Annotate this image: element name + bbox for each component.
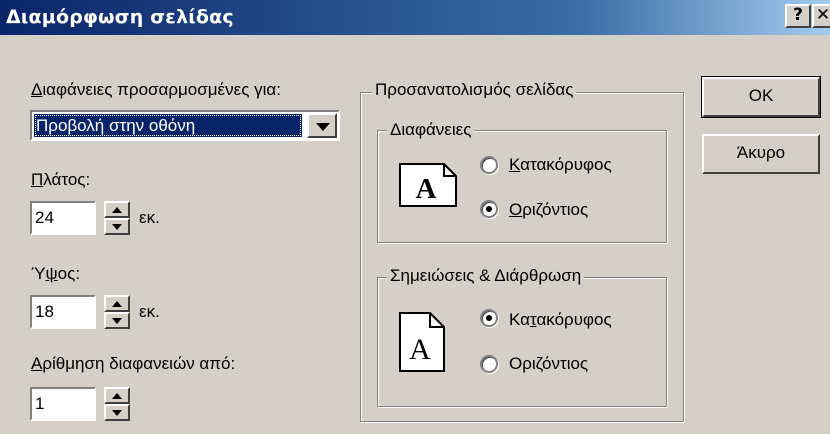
dropdown-button[interactable] — [307, 113, 337, 138]
title-bar: Διαμόρφωση σελίδας ? ✕ — [0, 0, 830, 35]
notes-icon-letter: A — [409, 333, 431, 366]
notes-group-title: Σημειώσεις & Διάρθρωση — [387, 266, 585, 286]
width-input[interactable]: 24 — [30, 201, 96, 235]
slides-portrait-label: Κατακόρυφος — [509, 155, 612, 174]
landscape-page-icon: A — [399, 163, 457, 207]
cancel-button[interactable]: Άκυρο — [702, 134, 820, 174]
sized-for-label: Διαφάνειες προσαρμοσμένες για: — [31, 80, 281, 99]
portrait-page-icon: A — [399, 312, 445, 372]
height-spinner[interactable] — [104, 295, 130, 329]
slides-portrait-radio[interactable] — [480, 156, 498, 174]
notes-portrait-radio[interactable] — [480, 309, 498, 327]
height-up-button[interactable] — [104, 295, 130, 312]
sized-for-select[interactable]: Προβολή στην οθόνη — [30, 110, 340, 141]
arrow-up-icon — [112, 301, 122, 307]
arrow-up-icon — [112, 393, 122, 399]
arrow-down-icon — [112, 224, 122, 230]
notes-landscape-radio[interactable] — [480, 355, 498, 373]
height-down-button[interactable] — [104, 312, 130, 329]
width-label: Πλάτος: — [31, 170, 91, 189]
width-up-button[interactable] — [104, 201, 130, 218]
height-input[interactable]: 18 — [30, 295, 96, 329]
slides-group-title: Διαφάνειες — [387, 120, 475, 140]
slides-landscape-radio[interactable] — [480, 200, 498, 218]
sized-for-value: Προβολή στην οθόνη — [34, 114, 302, 137]
slides-landscape-label: Οριζόντιος — [509, 200, 589, 219]
window-title: Διαμόρφωση σελίδας — [6, 6, 234, 28]
number-from-input[interactable]: 1 — [30, 387, 96, 421]
width-unit: εκ. — [139, 208, 160, 227]
notes-portrait-label: Κατακόρυφος — [509, 310, 612, 329]
width-spinner[interactable] — [104, 201, 130, 235]
arrow-down-icon — [112, 318, 122, 324]
arrow-up-icon — [112, 207, 122, 213]
slides-icon-letter: A — [416, 173, 437, 205]
height-label: Ύψος: — [31, 264, 81, 283]
height-unit: εκ. — [139, 302, 160, 321]
number-from-down-button[interactable] — [104, 404, 130, 421]
number-from-up-button[interactable] — [104, 387, 130, 404]
close-button[interactable]: ✕ — [812, 4, 830, 28]
number-from-label: Αρίθμηση διαφανειών από: — [31, 354, 236, 373]
width-down-button[interactable] — [104, 218, 130, 235]
notes-landscape-label: Οριζόντιος — [509, 354, 589, 373]
arrow-down-icon — [112, 410, 122, 416]
orientation-title: Προσανατολισμός σελίδας — [372, 80, 577, 100]
chevron-down-icon — [316, 123, 330, 131]
ok-button[interactable]: OK — [701, 76, 821, 118]
number-from-spinner[interactable] — [104, 387, 130, 421]
help-button[interactable]: ? — [785, 4, 811, 28]
